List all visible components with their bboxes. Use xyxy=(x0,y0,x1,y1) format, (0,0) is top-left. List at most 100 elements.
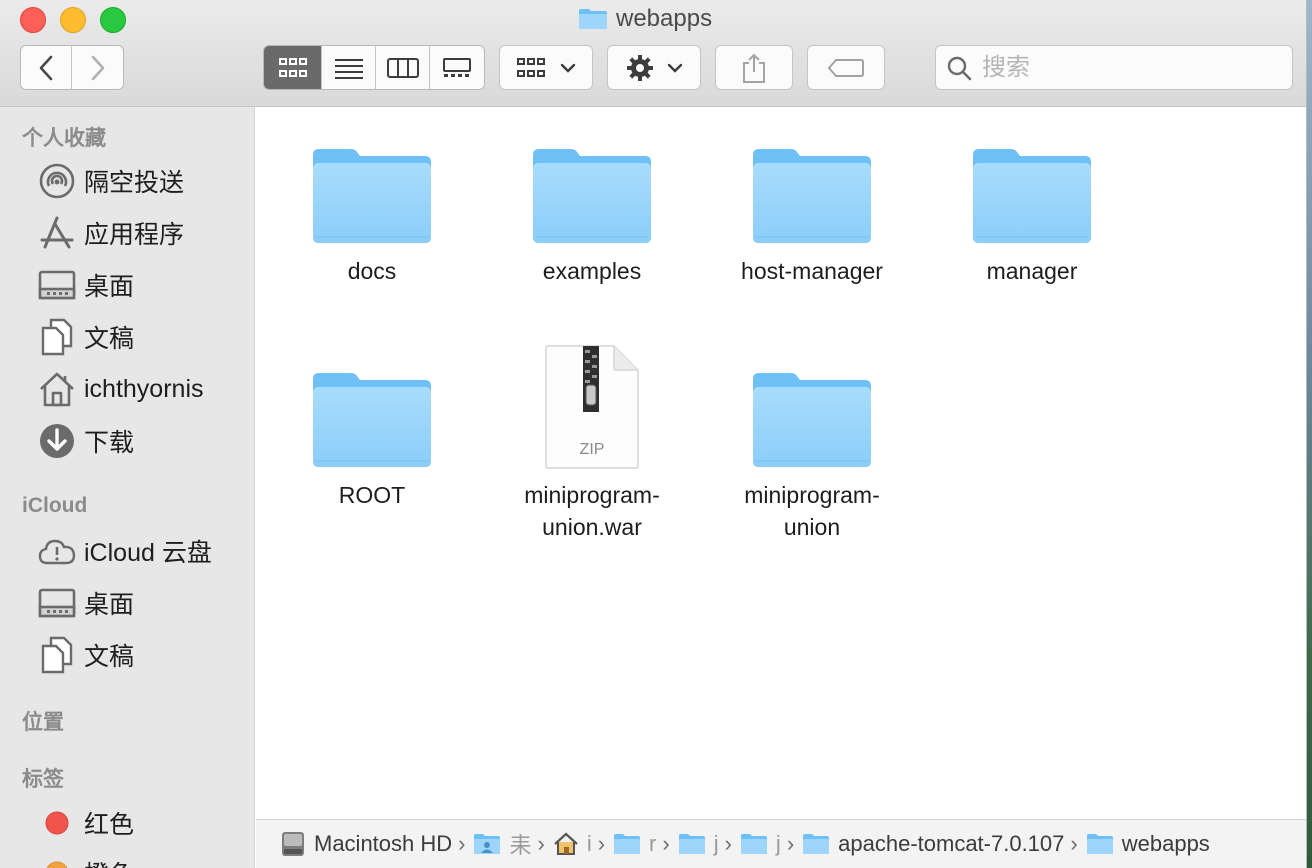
close-window-button[interactable] xyxy=(20,7,46,33)
tags-heading: 标签 xyxy=(22,768,64,791)
path-bar: Macintosh HD › ⽾ › i › r › j › j › apach… xyxy=(256,819,1306,868)
sidebar-item-icloud-drive[interactable]: iCloud 云盘 xyxy=(38,531,212,571)
folder-icon xyxy=(527,121,657,245)
view-mode-segmented-control xyxy=(263,45,485,90)
file-item-manager[interactable]: manager xyxy=(932,121,1132,287)
sidebar-item-tag-orange[interactable]: 橙色 xyxy=(38,853,134,868)
icon-view-button[interactable] xyxy=(264,46,322,89)
gallery-view-button[interactable] xyxy=(430,46,484,89)
folder-icon xyxy=(579,9,607,29)
sidebar-item-applications[interactable]: 应用程序 xyxy=(38,213,184,253)
home-icon xyxy=(38,370,76,408)
applications-icon xyxy=(38,214,76,252)
sidebar-item-tag-red[interactable]: 红色 xyxy=(38,803,134,843)
folder-icon xyxy=(747,121,877,245)
file-item-miniprogram-union[interactable]: miniprogram-union xyxy=(712,345,912,543)
path-segment-folder[interactable]: j xyxy=(678,831,719,857)
chevron-left-icon xyxy=(39,55,53,80)
path-segment-label: j xyxy=(775,831,781,856)
folder-icon xyxy=(614,834,641,854)
columns-icon xyxy=(386,57,419,78)
sidebar-item-airdrop[interactable]: 隔空投送 xyxy=(38,161,184,201)
share-button[interactable] xyxy=(715,45,793,90)
favorites-heading: 个人收藏 xyxy=(22,127,106,150)
file-browser-content: docs examples host-manager manager ROOT … xyxy=(256,107,1306,819)
zoom-window-button[interactable] xyxy=(100,7,126,33)
path-segment-folder[interactable]: r xyxy=(613,831,656,857)
window-title: webapps xyxy=(578,4,712,34)
sidebar-item-home[interactable]: ichthyornis xyxy=(38,369,204,409)
file-name: docs xyxy=(347,258,397,284)
path-segment-label: Macintosh HD xyxy=(314,831,453,856)
path-segment-folder[interactable]: j xyxy=(740,831,781,857)
file-item-miniprogram-union-war[interactable]: ZIP miniprogram-union.war xyxy=(492,345,692,543)
path-separator: › xyxy=(662,831,670,856)
folder-icon xyxy=(307,121,437,245)
folder-icon xyxy=(1086,834,1113,854)
minimize-window-button[interactable] xyxy=(60,7,86,33)
file-name: manager xyxy=(986,258,1078,284)
group-grid-icon xyxy=(517,57,545,77)
sidebar-item-downloads[interactable]: 下载 xyxy=(38,421,134,461)
file-item-host-manager[interactable]: host-manager xyxy=(712,121,912,287)
sidebar-item-label: 桌面 xyxy=(84,591,135,619)
sidebar-item-icloud-documents[interactable]: 文稿 xyxy=(38,635,134,675)
file-name-line1: miniprogram- xyxy=(524,482,660,508)
forward-button[interactable] xyxy=(72,46,123,89)
file-item-docs[interactable]: docs xyxy=(272,121,472,287)
path-separator: › xyxy=(1070,831,1078,856)
list-view-button[interactable] xyxy=(322,46,376,89)
chevron-down-icon xyxy=(667,63,683,73)
path-segment-users[interactable]: ⽾ xyxy=(473,828,532,860)
path-segment-apache-tomcat[interactable]: apache-tomcat-7.0.107 xyxy=(802,831,1064,857)
sidebar-item-label: ichthyornis xyxy=(84,374,204,403)
folder-icon xyxy=(803,834,830,854)
search-field[interactable] xyxy=(935,45,1293,90)
sidebar-item-label: 文稿 xyxy=(84,325,135,353)
user-folder-icon xyxy=(474,834,501,854)
path-segment-label: j xyxy=(713,831,719,856)
path-segment-webapps[interactable]: webapps xyxy=(1086,831,1210,857)
sidebar-item-label: 桌面 xyxy=(84,273,135,301)
column-view-button[interactable] xyxy=(376,46,430,89)
desktop-icon xyxy=(38,584,76,622)
file-name-line2: union.war xyxy=(542,514,642,540)
edit-tags-button[interactable] xyxy=(807,45,885,90)
file-name-line2: union xyxy=(783,514,841,540)
documents-icon xyxy=(38,318,76,356)
sidebar-item-desktop[interactable]: 桌面 xyxy=(38,265,134,305)
tag-dot-icon xyxy=(38,854,76,868)
search-input[interactable] xyxy=(980,52,1274,83)
folder-icon xyxy=(967,121,1097,245)
tag-icon xyxy=(827,58,864,77)
path-segment-label: webapps xyxy=(1121,831,1210,856)
file-name: ROOT xyxy=(338,482,406,508)
tag-dot-icon xyxy=(38,804,76,842)
file-name-line1: miniprogram- xyxy=(744,482,880,508)
file-name: miniprogram-union.war xyxy=(524,479,659,543)
file-item-root[interactable]: ROOT xyxy=(272,345,472,511)
file-name: examples xyxy=(542,258,642,284)
list-icon xyxy=(334,58,363,79)
path-segment-disk[interactable]: Macintosh HD xyxy=(280,830,452,858)
navigation-buttons xyxy=(20,45,124,90)
sidebar-item-label: iCloud 云盘 xyxy=(84,539,212,567)
path-segment-home[interactable]: i xyxy=(553,831,592,857)
downloads-icon xyxy=(38,422,76,460)
sidebar-item-label: 文稿 xyxy=(84,643,135,671)
window-title-text: webapps xyxy=(616,5,713,32)
sidebar-item-icloud-desktop[interactable]: 桌面 xyxy=(38,583,134,623)
sidebar-item-documents[interactable]: 文稿 xyxy=(38,317,134,357)
finder-window: webapps 搜索 个人收藏 隔空投送 应用程序 桌面 文稿 ichthyor… xyxy=(0,0,1307,868)
path-separator: › xyxy=(724,831,732,856)
sidebar-item-label: 红色 xyxy=(84,811,135,839)
action-menu-button[interactable] xyxy=(607,45,701,90)
path-separator: › xyxy=(458,831,466,856)
folder-icon xyxy=(740,834,767,854)
group-by-button[interactable] xyxy=(499,45,593,90)
path-separator: › xyxy=(786,831,795,856)
folder-icon xyxy=(747,345,877,469)
path-segment-label: ⽾ xyxy=(509,833,532,858)
back-button[interactable] xyxy=(21,46,73,89)
file-item-examples[interactable]: examples xyxy=(492,121,692,287)
